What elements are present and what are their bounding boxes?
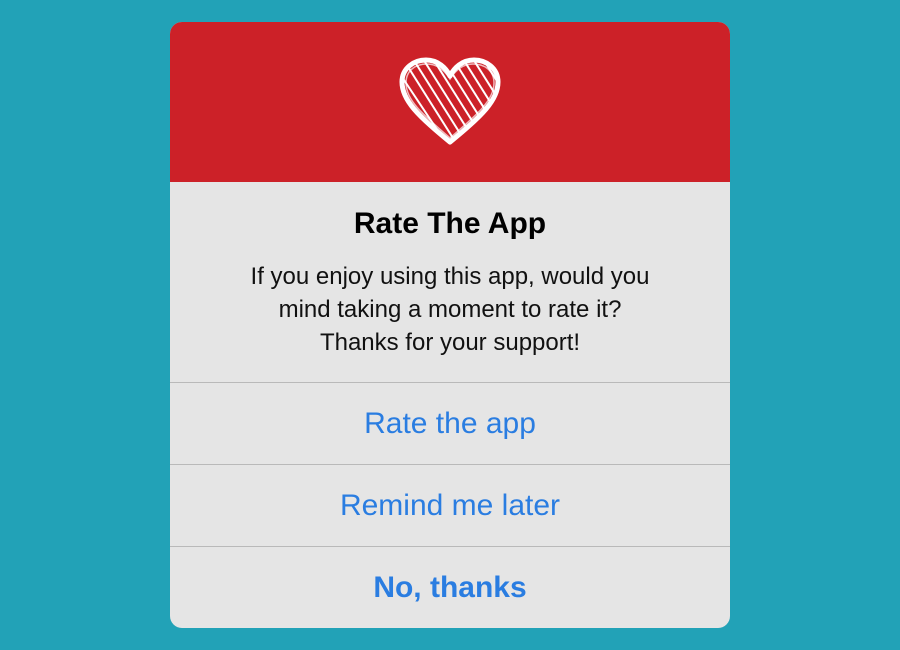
dialog-body: Rate The App If you enjoy using this app… [170,182,730,382]
dialog-message: If you enjoy using this app, would you m… [170,260,730,359]
no-thanks-button[interactable]: No, thanks [170,547,730,628]
remind-me-later-button[interactable]: Remind me later [170,465,730,547]
dialog-header [170,22,730,182]
message-line: Thanks for your support! [319,329,581,356]
message-line: If you enjoy using this app, would you [250,263,650,290]
rate-the-app-button[interactable]: Rate the app [170,383,730,465]
dialog-title: Rate The App [353,207,547,240]
message-line: mind taking a moment to rate it? [278,296,622,323]
rate-app-dialog: Rate The App If you enjoy using this app… [170,22,730,628]
heart-icon [399,57,501,145]
dialog-actions: Rate the app Remind me later No, thanks [170,382,730,628]
